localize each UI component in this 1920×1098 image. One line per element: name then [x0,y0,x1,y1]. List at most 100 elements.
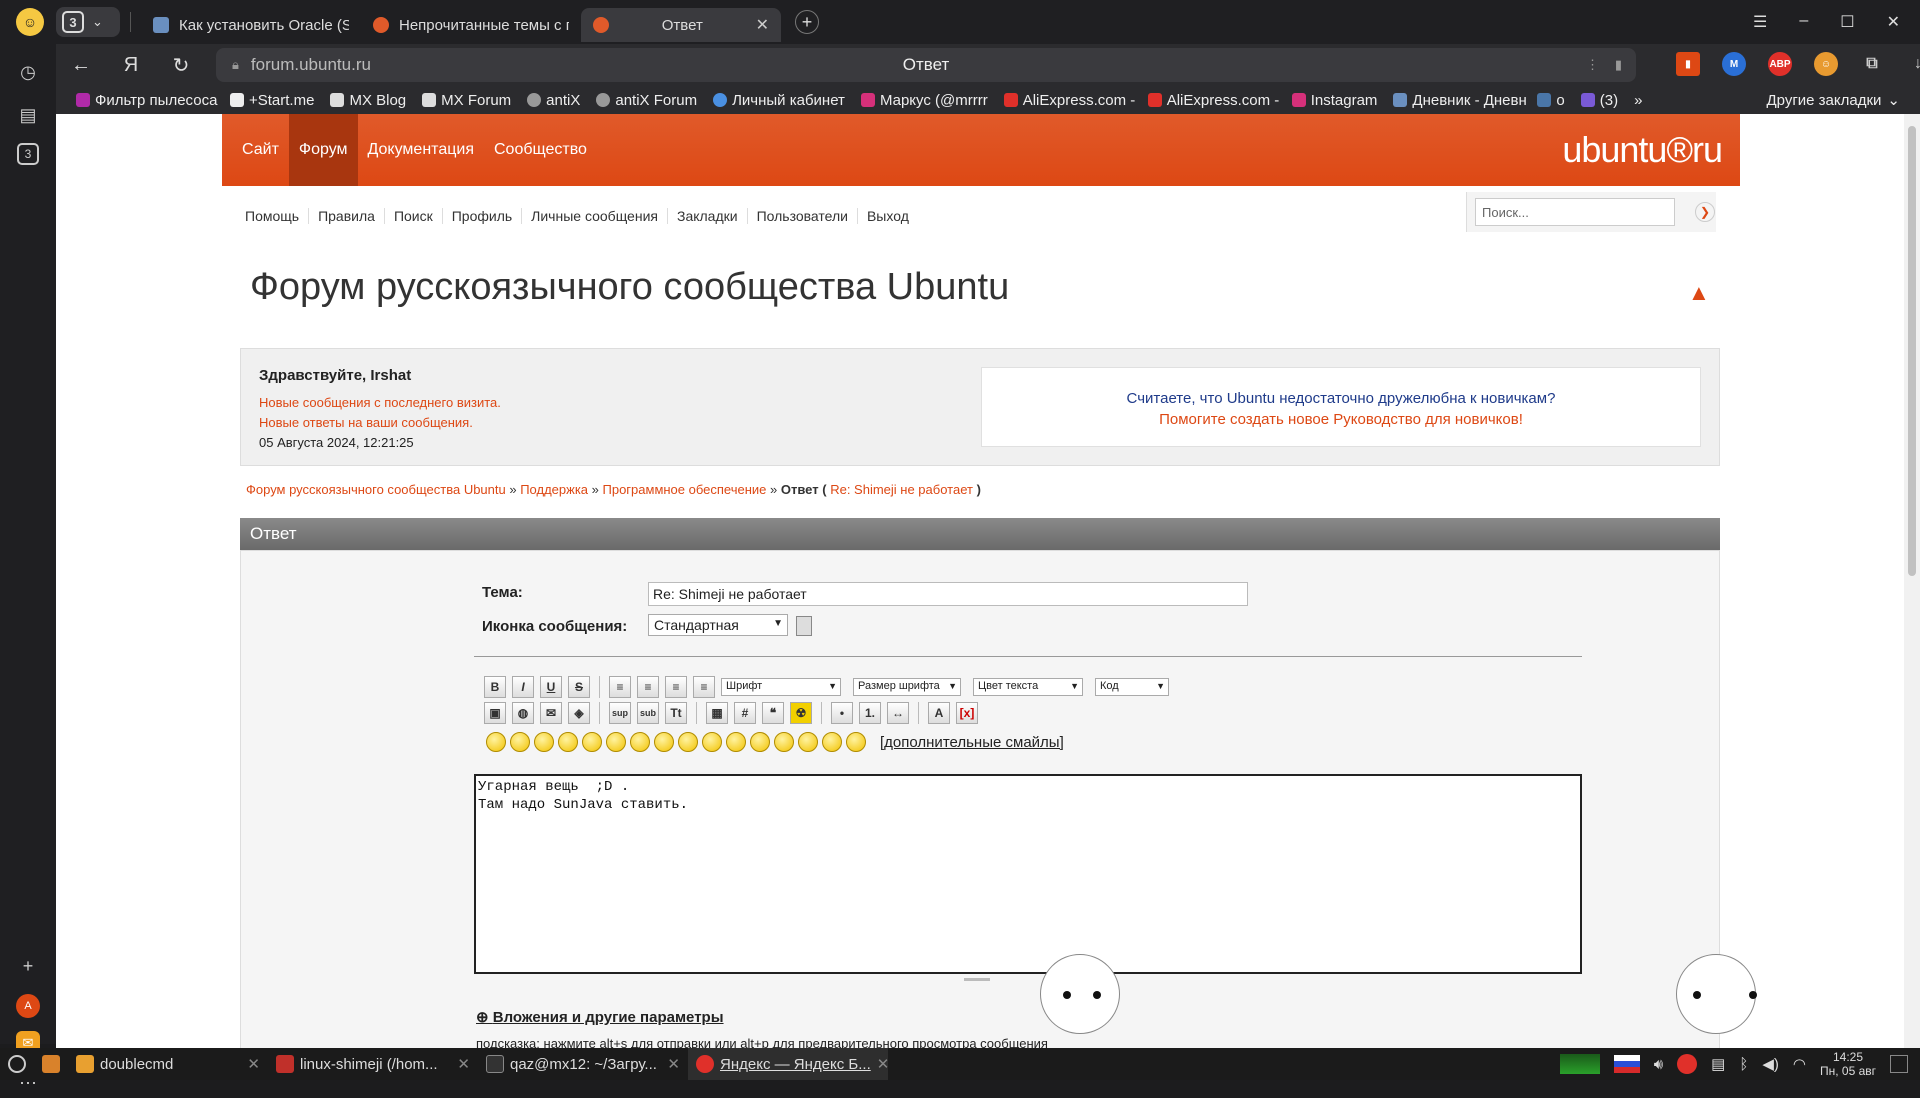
show-desktop-icon[interactable] [1890,1055,1908,1073]
extensions-icon[interactable]: ⧉ [1860,52,1884,76]
more-vertical-icon[interactable]: ⋮ [1586,57,1599,73]
collapse-header-icon[interactable]: ▲ [1688,280,1710,306]
smiley-icon[interactable] [702,732,722,752]
promo-question[interactable]: Считаете, что Ubuntu недостаточно дружел… [982,390,1700,407]
subject-input[interactable]: Re: Shimeji не работает [648,582,1248,606]
link-button[interactable]: ◍ [512,702,534,724]
back-icon[interactable]: ← [56,54,106,77]
subnav-help[interactable]: Помощь [236,208,310,224]
subnav-messages[interactable]: Личные сообщения [522,208,668,224]
ftp-button[interactable]: ◈ [568,702,590,724]
remove-format-button[interactable]: A [928,702,950,724]
teletype-button[interactable]: Tt [665,702,687,724]
bookmark-item[interactable]: AliExpress.com - и [998,92,1138,109]
tab-reply[interactable]: Ответ ✕ [581,8,781,42]
smiley-icon[interactable] [654,732,674,752]
add-panel-icon[interactable]: + [13,951,43,981]
clipboard-icon[interactable]: ▤ [1711,1055,1725,1073]
image-button[interactable]: ▣ [484,702,506,724]
align-right-button[interactable]: ≡ [693,676,715,698]
close-icon[interactable]: ✕ [457,1055,470,1073]
more-bookmarks-icon[interactable]: » [1628,92,1648,109]
smiley-icon[interactable] [606,732,626,752]
underline-button[interactable]: U [540,676,562,698]
other-bookmarks[interactable]: Другие закладки ⌄ [1766,91,1920,110]
nav-docs[interactable]: Документация [358,114,484,186]
smiley-icon[interactable] [486,732,506,752]
taskbar-item-terminal[interactable]: qaz@mx12: ~/Загру... ✕ [478,1048,688,1080]
shimeji-character[interactable] [1040,954,1120,1034]
close-icon[interactable]: ✕ [877,1055,890,1073]
align-justify-button[interactable]: ≡ [609,676,631,698]
tab-unread[interactable]: Непрочитанные темы с по [361,8,581,42]
smiley-icon[interactable] [678,732,698,752]
equalizer-extension-icon[interactable]: ▮ [1676,52,1700,76]
toggle-view-button[interactable]: [x] [956,702,978,724]
taskbar-item-shimeji[interactable]: linux-shimeji (/hom... ✕ [268,1048,478,1080]
speaker-icon[interactable]: ◀) [1762,1055,1779,1073]
breadcrumb-forum[interactable]: Форум русскоязычного сообщества Ubuntu [246,482,506,497]
bullet-list-button[interactable]: • [831,702,853,724]
maximize-icon[interactable]: ☐ [1840,12,1854,32]
start-menu-icon[interactable] [0,1048,34,1080]
subnav-logout[interactable]: Выход [858,208,918,224]
smiley-icon[interactable] [774,732,794,752]
yandex-browser-icon[interactable]: ☺ [16,8,44,36]
bookmark-item[interactable]: antiX [521,92,586,109]
wifi-icon[interactable]: ◠ [1793,1055,1806,1073]
close-window-icon[interactable]: ✕ [1887,12,1900,32]
smiley-icon[interactable] [846,732,866,752]
smiley-icon[interactable] [534,732,554,752]
subnav-rules[interactable]: Правила [309,208,385,224]
bookmark-item[interactable]: Фильтр пылесоса [70,92,220,109]
message-icon-select[interactable]: Стандартная ▼ [648,614,788,636]
smiley-icon[interactable] [750,732,770,752]
bookmark-item[interactable]: MX Blog [324,92,412,109]
tab-counter[interactable]: 3 ⌄ [56,7,120,37]
bookmark-item[interactable]: antiX Forum [590,92,703,109]
text-color-select[interactable]: Цвет текста ▼ [973,678,1083,696]
bookmark-item[interactable]: +Start.me [224,92,320,109]
bookmark-item[interactable]: о [1531,92,1570,109]
smiley-icon[interactable] [510,732,530,752]
more-smileys-link[interactable]: [дополнительные смайлы] [880,734,1064,751]
resize-handle[interactable] [964,978,990,981]
bookmark-item[interactable]: AliExpress.com - и [1142,92,1282,109]
align-left-button[interactable]: ≡ [637,676,659,698]
shimeji-character[interactable] [1676,954,1757,1034]
nav-forum[interactable]: Форум [288,114,358,186]
message-textarea[interactable]: Угарная вещь ;D . Там надо SunJava стави… [474,774,1582,974]
bluetooth-icon[interactable]: ᛒ [1739,1056,1748,1073]
page-scrollbar[interactable] [1904,114,1920,1048]
smiley-icon[interactable] [822,732,842,752]
minimize-icon[interactable]: – [1799,12,1808,32]
tab-oracle[interactable]: Как установить Oracle (Su [141,8,361,42]
italic-button[interactable]: I [512,676,534,698]
menu-icon[interactable]: ☰ [1753,12,1767,32]
font-select[interactable]: Шрифт ▼ [721,678,841,696]
collections-icon[interactable]: ▤ [13,100,43,130]
smiley-icon[interactable] [630,732,650,752]
search-input[interactable]: Поиск... [1475,198,1675,226]
keyboard-layout-flag-icon[interactable] [1613,1055,1640,1073]
superscript-button[interactable]: sup [609,702,631,724]
history-icon[interactable]: ◷ [13,57,43,87]
bookmark-item[interactable]: (3) [1575,92,1624,109]
strike-button[interactable]: S [568,676,590,698]
font-size-select[interactable]: Размер шрифта ▼ [853,678,961,696]
code-select[interactable]: Код ▼ [1095,678,1169,696]
breadcrumb-topic[interactable]: Re: Shimeji не работает [830,482,973,497]
new-tab-button[interactable]: + [795,10,819,34]
scrollbar-thumb[interactable] [1908,126,1916,576]
subnav-users[interactable]: Пользователи [748,208,858,224]
close-icon[interactable]: ✕ [247,1055,260,1073]
volume-icon[interactable]: 🔊︎ [1654,1056,1663,1073]
numbered-list-button[interactable]: 1. [859,702,881,724]
promo-call[interactable]: Помогите создать новое Руководство для н… [982,411,1700,428]
bookmark-item[interactable]: Дневник - Дневн [1387,92,1527,109]
subnav-profile[interactable]: Профиль [443,208,523,224]
subscript-button[interactable]: sub [637,702,659,724]
bookmark-item[interactable]: Маркус (@mrrrr [855,92,994,109]
adblock-icon[interactable]: ABP [1768,52,1792,76]
clock[interactable]: 14:25 Пн, 05 авг [1820,1050,1876,1078]
